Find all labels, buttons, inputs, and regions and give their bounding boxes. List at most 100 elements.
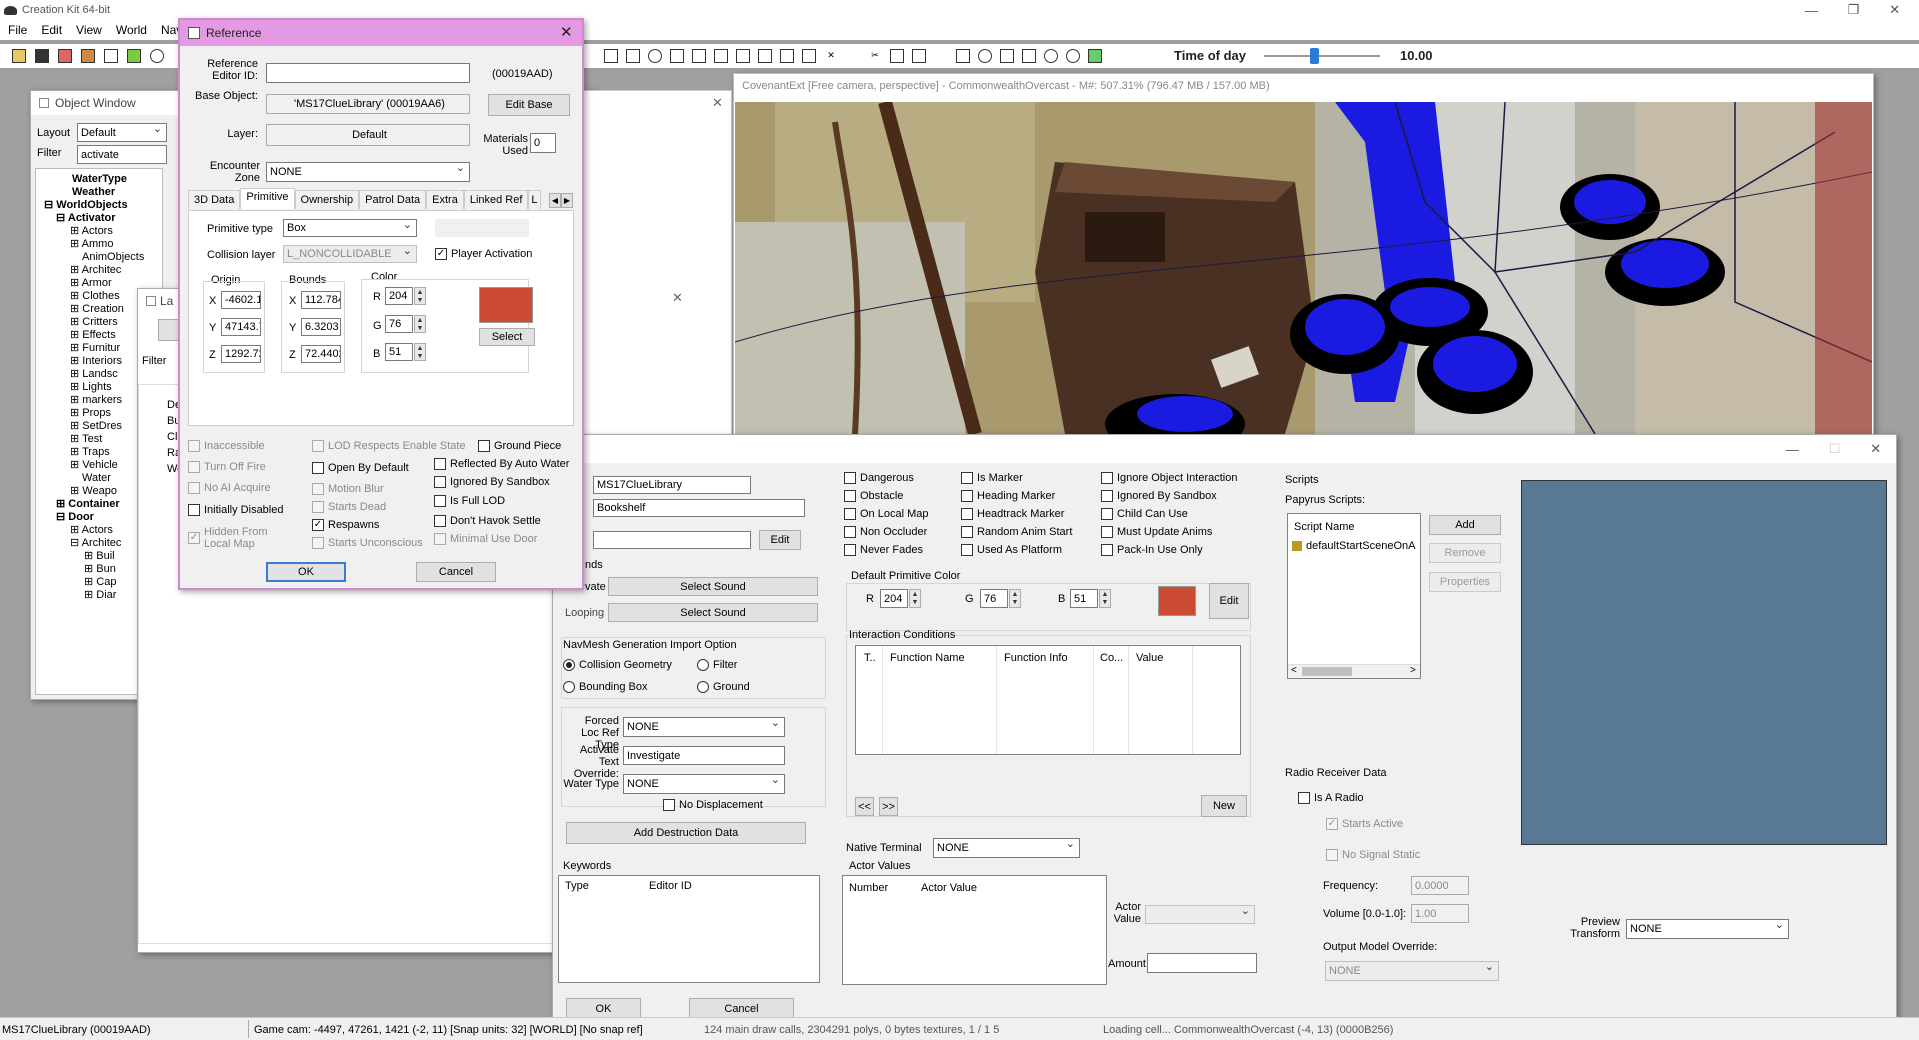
app-close-button[interactable]: ✕ <box>1889 2 1900 18</box>
plugin-icon[interactable] <box>81 49 95 63</box>
flag-obstacle[interactable]: Obstacle <box>844 490 903 502</box>
flag-on-local-map[interactable]: On Local Map <box>844 508 928 520</box>
color-b-input[interactable]: 51 <box>385 343 413 361</box>
script-remove-button[interactable]: Remove <box>1429 543 1501 563</box>
ic-next-button[interactable]: >> <box>879 797 898 816</box>
tool-icon-14[interactable] <box>890 49 904 63</box>
default-color-g-spinner[interactable]: ▲ ▼ <box>1009 589 1021 608</box>
tool-icon-15[interactable] <box>912 49 926 63</box>
origin-z-input[interactable]: 1292.72 <box>221 345 261 363</box>
tool-icon-11[interactable]: ✕ <box>824 49 838 63</box>
scripts-hscrollbar[interactable]: < > <box>1288 664 1420 678</box>
flag-minimal-use-door[interactable]: Minimal Use Door <box>434 533 537 545</box>
scripts-list[interactable]: Script Name defaultStartSceneOnA < > <box>1287 513 1421 679</box>
flag-ignored-by-sandbox[interactable]: Ignored By Sandbox <box>1101 490 1217 502</box>
tool-icon-5[interactable] <box>692 49 706 63</box>
scroll-right-icon[interactable]: > <box>1410 665 1416 676</box>
data-icon[interactable] <box>104 49 118 63</box>
default-color-swatch[interactable] <box>1158 586 1196 616</box>
collision-geometry-radio[interactable]: Collision Geometry <box>563 659 672 671</box>
ref-editor-id-input[interactable] <box>266 63 470 83</box>
flag-turn-off-fire[interactable]: Turn Off Fire <box>188 461 266 473</box>
color-g-input[interactable]: 76 <box>385 315 413 333</box>
actor-values-list[interactable]: Number Actor Value <box>842 875 1107 985</box>
tab-ownership[interactable]: Ownership <box>294 190 360 209</box>
flag-inaccessible[interactable]: Inaccessible <box>188 440 265 452</box>
tool-icon-22[interactable] <box>1066 49 1080 63</box>
bounding-box-radio[interactable]: Bounding Box <box>563 681 648 693</box>
tree-item[interactable]: WaterType <box>36 173 162 186</box>
tool-icon-21[interactable] <box>1044 49 1058 63</box>
activator-model-input[interactable] <box>593 531 751 549</box>
app-restore-button[interactable]: ❐ <box>1848 2 1860 18</box>
flag-hidden-from-local-map[interactable]: ✓ Hidden From Local Map <box>188 526 274 550</box>
tool-icon-23[interactable] <box>1088 49 1102 63</box>
tree-item[interactable]: ⊞ Ammo <box>36 238 162 251</box>
tool-icon-8[interactable] <box>758 49 772 63</box>
no-displacement-checkbox[interactable]: No Displacement <box>663 799 763 811</box>
add-destruction-button[interactable]: Add Destruction Data <box>566 822 806 844</box>
preview-pane[interactable] <box>1521 480 1887 845</box>
tool-icon-4[interactable] <box>670 49 684 63</box>
save-icon[interactable] <box>35 49 49 63</box>
flag-no-ai-acquire[interactable]: No AI Acquire <box>188 482 271 494</box>
flag-never-fades[interactable]: Never Fades <box>844 544 923 556</box>
forced-loc-dropdown[interactable]: NONE <box>623 717 785 737</box>
color-r-input[interactable]: 204 <box>385 287 413 305</box>
script-properties-button[interactable]: Properties <box>1429 572 1501 592</box>
tool-icon-2[interactable] <box>626 49 640 63</box>
app-minimize-button[interactable]: — <box>1805 3 1818 18</box>
undo-icon[interactable] <box>150 49 164 63</box>
tool-icon-16[interactable] <box>934 49 948 63</box>
flag-non-occluder[interactable]: Non Occluder <box>844 526 927 538</box>
actor-value-dropdown[interactable] <box>1145 905 1255 924</box>
reference-close-icon[interactable]: ✕ <box>560 23 573 41</box>
tool-icon-19[interactable] <box>1000 49 1014 63</box>
tool-icon-6[interactable] <box>714 49 728 63</box>
color-select-button[interactable]: Select <box>479 328 535 346</box>
water-type-dropdown[interactable]: NONE <box>623 774 785 794</box>
scroll-left-icon[interactable]: < <box>1291 665 1297 676</box>
flag-is-full-lod[interactable]: Is Full LOD <box>434 495 505 507</box>
origin-y-input[interactable]: 47143.7 <box>221 318 261 336</box>
ground-radio[interactable]: Ground <box>697 681 750 693</box>
tree-item[interactable]: AnimObjects <box>36 251 162 264</box>
menu-edit[interactable]: Edit <box>41 23 62 37</box>
tool-icon-9[interactable] <box>780 49 794 63</box>
layer-window-close-icon[interactable]: ✕ <box>672 290 683 306</box>
flag-dont-havok-settle[interactable]: Don't Havok Settle <box>434 515 541 527</box>
edit-base-button[interactable]: Edit Base <box>488 94 570 116</box>
flag-headtrack-marker[interactable]: Headtrack Marker <box>961 508 1064 520</box>
flag-child-can-use[interactable]: Child Can Use <box>1101 508 1188 520</box>
activator-name-input[interactable]: Bookshelf <box>593 499 805 517</box>
default-color-b-spinner[interactable]: ▲ ▼ <box>1099 589 1111 608</box>
tab-linked-ref[interactable]: Linked Ref <box>463 190 529 209</box>
open-icon[interactable] <box>12 49 26 63</box>
tab-overflow[interactable]: L <box>528 190 541 209</box>
default-color-b-input[interactable]: 51 <box>1070 589 1098 608</box>
render-viewport[interactable] <box>735 102 1872 434</box>
default-color-r-spinner[interactable]: ▲ ▼ <box>909 589 921 608</box>
tree-item[interactable]: ⊞ Architec <box>36 264 162 277</box>
menu-world[interactable]: World <box>116 23 147 37</box>
tab-3d-data[interactable]: 3D Data <box>188 190 241 209</box>
flag-must-update-anims[interactable]: Must Update Anims <box>1101 526 1212 538</box>
flag-motion-blur[interactable]: Motion Blur <box>312 483 384 495</box>
keywords-list[interactable]: Type Editor ID <box>558 875 820 983</box>
encounter-zone-dropdown[interactable]: NONE <box>266 162 470 182</box>
output-model-dropdown[interactable]: NONE <box>1325 961 1499 981</box>
player-activation-checkbox[interactable]: ✓ Player Activation <box>435 248 532 260</box>
origin-x-input[interactable]: -4602.1! <box>221 291 261 309</box>
layout-dropdown[interactable]: Default <box>77 123 167 142</box>
tool-icon-1[interactable] <box>604 49 618 63</box>
tool-icon-18[interactable] <box>978 49 992 63</box>
activator-id-input[interactable]: MS17ClueLibrary <box>593 476 751 494</box>
tab-primitive[interactable]: Primitive <box>240 188 295 209</box>
tab-scroll-left-button[interactable]: ◀ <box>549 193 561 208</box>
tab-scroll-right-button[interactable]: ▶ <box>561 193 573 208</box>
menu-file[interactable]: File <box>8 23 27 37</box>
looping-select-sound-button[interactable]: Select Sound <box>608 603 818 622</box>
script-add-button[interactable]: Add <box>1429 515 1501 535</box>
flag-pack-in-use-only[interactable]: Pack-In Use Only <box>1101 544 1203 556</box>
activator-minimize-button[interactable]: — <box>1786 442 1799 457</box>
